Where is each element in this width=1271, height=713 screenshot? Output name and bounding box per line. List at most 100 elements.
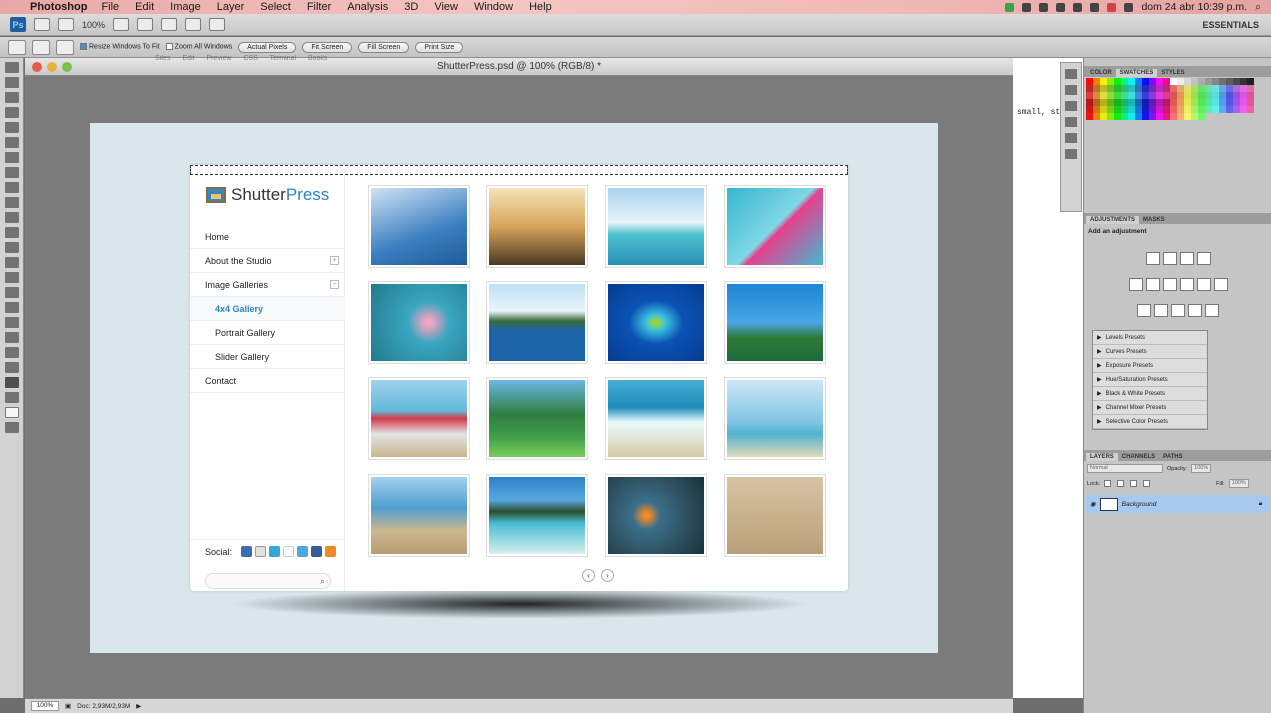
blur-tool-icon[interactable]	[5, 242, 19, 253]
color-swatch[interactable]	[1163, 113, 1170, 120]
color-swatch[interactable]	[1226, 99, 1233, 106]
3d-orbit-tool-icon[interactable]	[5, 347, 19, 358]
quick-mask-icon[interactable]	[5, 422, 19, 433]
brushes-panel-icon[interactable]	[1065, 101, 1077, 111]
color-swatch[interactable]	[1114, 99, 1121, 106]
gallery-thumbnail[interactable]	[605, 377, 707, 460]
color-swatch[interactable]	[1219, 99, 1226, 106]
color-swatch[interactable]	[1247, 106, 1254, 113]
gallery-thumbnail[interactable]	[368, 281, 470, 364]
collapse-minus-icon[interactable]: −	[330, 280, 339, 289]
color-swatch[interactable]	[1198, 113, 1205, 120]
tab-paths[interactable]: PATHS	[1159, 453, 1186, 461]
color-swatch[interactable]	[1247, 99, 1254, 106]
color-swatch[interactable]	[1191, 78, 1198, 85]
gallery-thumbnail[interactable]	[486, 281, 588, 364]
preset-item[interactable]: ▶ Hue/Saturation Presets	[1093, 373, 1207, 387]
tab-styles[interactable]: STYLES	[1157, 69, 1188, 77]
gallery-prev-button[interactable]: ‹	[582, 569, 595, 582]
gallery-thumbnail[interactable]	[724, 474, 826, 557]
hue-saturation-icon[interactable]	[1145, 278, 1160, 291]
app-name-menu[interactable]: Photoshop	[30, 1, 87, 13]
color-swatch[interactable]	[1212, 113, 1219, 120]
color-swatch[interactable]	[1170, 85, 1177, 92]
color-swatch[interactable]	[1205, 78, 1212, 85]
photo-filter-icon[interactable]	[1196, 278, 1211, 291]
color-swatch[interactable]	[1170, 78, 1177, 85]
color-swatch[interactable]	[1177, 78, 1184, 85]
color-swatch[interactable]	[1233, 99, 1240, 106]
canvas[interactable]: ShutterPress Home About the Studio + Imag…	[90, 123, 938, 653]
gallery-thumbnail[interactable]	[368, 185, 470, 268]
color-swatch[interactable]	[1184, 78, 1191, 85]
color-swatch[interactable]	[1177, 106, 1184, 113]
color-swatch[interactable]	[1212, 99, 1219, 106]
color-swatch[interactable]	[1086, 78, 1093, 85]
color-swatch[interactable]	[1093, 106, 1100, 113]
color-swatch[interactable]	[1191, 106, 1198, 113]
color-swatch[interactable]	[1142, 92, 1149, 99]
color-swatch[interactable]	[1093, 85, 1100, 92]
spotlight-icon[interactable]: ⌕	[1255, 1, 1261, 14]
color-swatch[interactable]	[1149, 106, 1156, 113]
nav-item-about[interactable]: About the Studio +	[190, 249, 345, 273]
color-swatch[interactable]	[1149, 113, 1156, 120]
color-swatch[interactable]	[1247, 85, 1254, 92]
color-swatch[interactable]	[1107, 78, 1114, 85]
color-swatch[interactable]	[1163, 92, 1170, 99]
color-swatch[interactable]	[1135, 92, 1142, 99]
eye-visibility-icon[interactable]: ◉	[1090, 500, 1096, 508]
zoom-all-checkbox[interactable]: Zoom All Windows	[165, 43, 232, 51]
color-swatch-icon[interactable]	[5, 392, 19, 403]
menu-image[interactable]: Image	[170, 1, 201, 13]
preset-item[interactable]: ▶ Levels Presets	[1093, 331, 1207, 345]
gallery-thumbnail[interactable]	[368, 474, 470, 557]
color-swatch[interactable]	[1240, 113, 1247, 120]
color-swatch[interactable]	[1128, 106, 1135, 113]
black-white-icon[interactable]	[1179, 278, 1194, 291]
color-swatch[interactable]	[1205, 106, 1212, 113]
color-swatch[interactable]	[1163, 99, 1170, 106]
tab-channels[interactable]: CHANNELS	[1118, 453, 1159, 461]
blend-mode-select[interactable]: Normal	[1087, 464, 1163, 473]
color-swatch[interactable]	[1177, 113, 1184, 120]
color-swatch[interactable]	[1093, 113, 1100, 120]
color-swatch[interactable]	[1226, 78, 1233, 85]
flag-icon[interactable]	[1107, 2, 1117, 12]
expand-plus-icon[interactable]: +	[330, 256, 339, 265]
color-swatch[interactable]	[1135, 99, 1142, 106]
color-swatch[interactable]	[1184, 106, 1191, 113]
color-swatch[interactable]	[1184, 99, 1191, 106]
color-swatch[interactable]	[1114, 92, 1121, 99]
color-swatch[interactable]	[1198, 99, 1205, 106]
color-swatch[interactable]	[1191, 92, 1198, 99]
color-swatch[interactable]	[1240, 92, 1247, 99]
background-color-icon[interactable]	[5, 407, 19, 418]
view-extras-icon[interactable]	[58, 18, 74, 31]
color-swatch[interactable]	[1107, 113, 1114, 120]
color-swatch[interactable]	[1135, 113, 1142, 120]
lock-all-icon[interactable]	[1143, 480, 1151, 487]
flickr-icon[interactable]	[283, 546, 295, 557]
tool-preset-picker[interactable]	[8, 39, 26, 55]
color-swatch[interactable]	[1086, 113, 1093, 120]
color-swatch[interactable]	[1170, 113, 1177, 120]
color-swatch[interactable]	[1114, 78, 1121, 85]
gallery-thumbnail[interactable]	[486, 185, 588, 268]
nav-item-4x4-gallery[interactable]: 4x4 Gallery	[190, 297, 345, 321]
gradient-tool-icon[interactable]	[5, 227, 19, 238]
color-swatch[interactable]	[1198, 78, 1205, 85]
character-panel-icon[interactable]	[1065, 133, 1077, 143]
clone-source-panel-icon[interactable]	[1065, 117, 1077, 127]
gallery-thumbnail[interactable]	[486, 474, 588, 557]
color-swatch[interactable]	[1219, 106, 1226, 113]
type-tool-icon[interactable]	[5, 287, 19, 298]
gallery-thumbnail[interactable]	[724, 281, 826, 364]
color-swatch[interactable]	[1114, 113, 1121, 120]
color-swatch[interactable]	[1086, 99, 1093, 106]
arrange-documents-icon[interactable]	[185, 18, 202, 31]
gallery-thumbnail[interactable]	[724, 185, 826, 268]
color-swatch[interactable]	[1205, 99, 1212, 106]
color-swatch[interactable]	[1128, 113, 1135, 120]
color-swatch[interactable]	[1240, 78, 1247, 85]
